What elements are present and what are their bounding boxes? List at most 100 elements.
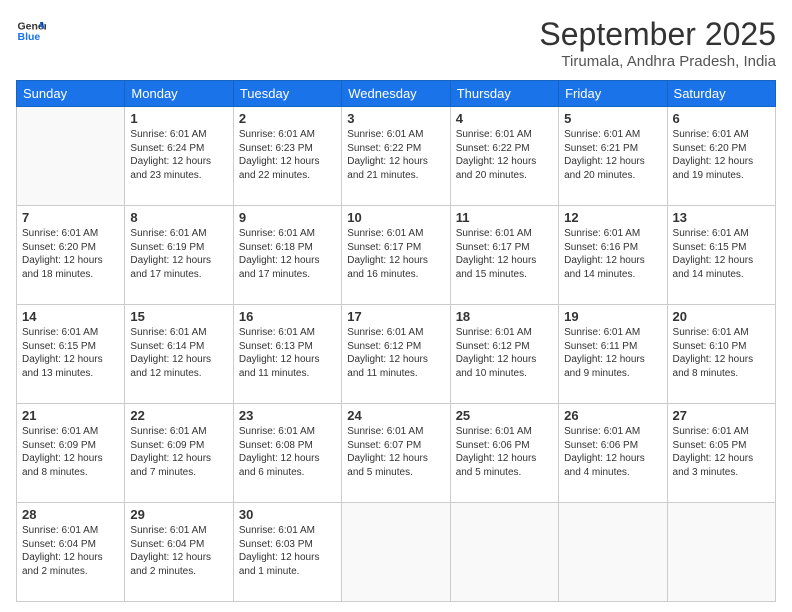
day-info: Sunrise: 6:01 AM Sunset: 6:15 PM Dayligh…: [673, 227, 770, 281]
table-cell: 30 Sunrise: 6:01 AM Sunset: 6:03 PM Dayli…: [233, 503, 341, 602]
table-cell: [450, 503, 558, 602]
day-info: Sunrise: 6:01 AM Sunset: 6:17 PM Dayligh…: [456, 227, 553, 281]
day-number: 6: [673, 111, 770, 126]
day-info: Sunrise: 6:01 AM Sunset: 6:04 PM Dayligh…: [130, 524, 227, 578]
table-cell: 19 Sunrise: 6:01 AM Sunset: 6:11 PM Dayli…: [559, 305, 667, 404]
day-info: Sunrise: 6:01 AM Sunset: 6:04 PM Dayligh…: [22, 524, 119, 578]
table-cell: 7 Sunrise: 6:01 AM Sunset: 6:20 PM Daylig…: [17, 206, 125, 305]
day-number: 19: [564, 309, 661, 324]
day-number: 4: [456, 111, 553, 126]
header-row: Sunday Monday Tuesday Wednesday Thursday…: [17, 81, 776, 107]
day-info: Sunrise: 6:01 AM Sunset: 6:19 PM Dayligh…: [130, 227, 227, 281]
day-number: 12: [564, 210, 661, 225]
day-info: Sunrise: 6:01 AM Sunset: 6:16 PM Dayligh…: [564, 227, 661, 281]
day-number: 21: [22, 408, 119, 423]
table-cell: 10 Sunrise: 6:01 AM Sunset: 6:17 PM Dayli…: [342, 206, 450, 305]
day-info: Sunrise: 6:01 AM Sunset: 6:12 PM Dayligh…: [456, 326, 553, 380]
table-cell: 2Sunrise: 6:01 AM Sunset: 6:23 PM Daylig…: [233, 107, 341, 206]
day-number: 3: [347, 111, 444, 126]
table-cell: 24Sunrise: 6:01 AM Sunset: 6:07 PM Dayli…: [342, 404, 450, 503]
day-info: Sunrise: 6:01 AM Sunset: 6:12 PM Dayligh…: [347, 326, 444, 380]
calendar-table: Sunday Monday Tuesday Wednesday Thursday…: [16, 80, 776, 602]
table-cell: 21 Sunrise: 6:01 AM Sunset: 6:09 PM Dayli…: [17, 404, 125, 503]
table-cell: 27 Sunrise: 6:01 AM Sunset: 6:05 PM Dayli…: [667, 404, 775, 503]
day-number: 23: [239, 408, 336, 423]
table-cell: 16Sunrise: 6:01 AM Sunset: 6:13 PM Dayli…: [233, 305, 341, 404]
logo: General Blue: [16, 16, 46, 46]
table-cell: [559, 503, 667, 602]
table-cell: 20Sunrise: 6:01 AM Sunset: 6:10 PM Dayli…: [667, 305, 775, 404]
day-info: Sunrise: 6:01 AM Sunset: 6:13 PM Dayligh…: [239, 326, 336, 380]
table-cell: 26 Sunrise: 6:01 AM Sunset: 6:06 PM Dayli…: [559, 404, 667, 503]
table-cell: 28 Sunrise: 6:01 AM Sunset: 6:04 PM Dayli…: [17, 503, 125, 602]
table-cell: [17, 107, 125, 206]
table-cell: 5 Sunrise: 6:01 AM Sunset: 6:21 PM Daylig…: [559, 107, 667, 206]
day-info: Sunrise: 6:01 AM Sunset: 6:09 PM Dayligh…: [130, 425, 227, 479]
calendar-title: September 2025: [539, 16, 776, 53]
col-thursday: Thursday: [450, 81, 558, 107]
day-info: Sunrise: 6:01 AM Sunset: 6:17 PM Dayligh…: [347, 227, 444, 281]
day-info: Sunrise: 6:01 AM Sunset: 6:06 PM Dayligh…: [456, 425, 553, 479]
col-tuesday: Tuesday: [233, 81, 341, 107]
day-info: Sunrise: 6:01 AM Sunset: 6:20 PM Dayligh…: [22, 227, 119, 281]
day-number: 18: [456, 309, 553, 324]
table-cell: 25 Sunrise: 6:01 AM Sunset: 6:06 PM Dayli…: [450, 404, 558, 503]
table-cell: 9Sunrise: 6:01 AM Sunset: 6:18 PM Daylig…: [233, 206, 341, 305]
table-cell: [667, 503, 775, 602]
day-number: 26: [564, 408, 661, 423]
table-cell: 15 Sunrise: 6:01 AM Sunset: 6:14 PM Dayli…: [125, 305, 233, 404]
table-cell: 22Sunrise: 6:01 AM Sunset: 6:09 PM Dayli…: [125, 404, 233, 503]
day-info: Sunrise: 6:01 AM Sunset: 6:03 PM Dayligh…: [239, 524, 336, 578]
col-wednesday: Wednesday: [342, 81, 450, 107]
day-number: 9: [239, 210, 336, 225]
day-number: 28: [22, 507, 119, 522]
day-info: Sunrise: 6:01 AM Sunset: 6:14 PM Dayligh…: [130, 326, 227, 380]
logo-icon: General Blue: [16, 16, 46, 46]
day-info: Sunrise: 6:01 AM Sunset: 6:09 PM Dayligh…: [22, 425, 119, 479]
day-info: Sunrise: 6:01 AM Sunset: 6:05 PM Dayligh…: [673, 425, 770, 479]
day-number: 15: [130, 309, 227, 324]
table-cell: 13 Sunrise: 6:01 AM Sunset: 6:15 PM Dayli…: [667, 206, 775, 305]
week-row-3: 14 Sunrise: 6:01 AM Sunset: 6:15 PM Dayli…: [17, 305, 776, 404]
day-info: Sunrise: 6:01 AM Sunset: 6:08 PM Dayligh…: [239, 425, 336, 479]
header: General Blue September 2025 Tirumala, An…: [16, 16, 776, 70]
table-cell: 3 Sunrise: 6:01 AM Sunset: 6:22 PM Daylig…: [342, 107, 450, 206]
day-number: 10: [347, 210, 444, 225]
day-info: Sunrise: 6:01 AM Sunset: 6:10 PM Dayligh…: [673, 326, 770, 380]
day-number: 8: [130, 210, 227, 225]
week-row-2: 7 Sunrise: 6:01 AM Sunset: 6:20 PM Daylig…: [17, 206, 776, 305]
table-cell: 17Sunrise: 6:01 AM Sunset: 6:12 PM Dayli…: [342, 305, 450, 404]
day-info: Sunrise: 6:01 AM Sunset: 6:24 PM Dayligh…: [130, 128, 227, 182]
day-info: Sunrise: 6:01 AM Sunset: 6:07 PM Dayligh…: [347, 425, 444, 479]
day-info: Sunrise: 6:01 AM Sunset: 6:06 PM Dayligh…: [564, 425, 661, 479]
week-row-1: 1 Sunrise: 6:01 AM Sunset: 6:24 PM Daylig…: [17, 107, 776, 206]
day-number: 25: [456, 408, 553, 423]
svg-text:Blue: Blue: [18, 31, 41, 43]
day-info: Sunrise: 6:01 AM Sunset: 6:22 PM Dayligh…: [347, 128, 444, 182]
day-number: 1: [130, 111, 227, 126]
day-info: Sunrise: 6:01 AM Sunset: 6:21 PM Dayligh…: [564, 128, 661, 182]
table-cell: 23 Sunrise: 6:01 AM Sunset: 6:08 PM Dayli…: [233, 404, 341, 503]
day-info: Sunrise: 6:01 AM Sunset: 6:22 PM Dayligh…: [456, 128, 553, 182]
day-number: 5: [564, 111, 661, 126]
day-info: Sunrise: 6:01 AM Sunset: 6:11 PM Dayligh…: [564, 326, 661, 380]
day-number: 29: [130, 507, 227, 522]
week-row-5: 28 Sunrise: 6:01 AM Sunset: 6:04 PM Dayli…: [17, 503, 776, 602]
page: General Blue September 2025 Tirumala, An…: [0, 0, 792, 612]
table-cell: 29 Sunrise: 6:01 AM Sunset: 6:04 PM Dayli…: [125, 503, 233, 602]
table-cell: 12 Sunrise: 6:01 AM Sunset: 6:16 PM Dayli…: [559, 206, 667, 305]
day-number: 7: [22, 210, 119, 225]
day-number: 27: [673, 408, 770, 423]
day-info: Sunrise: 6:01 AM Sunset: 6:20 PM Dayligh…: [673, 128, 770, 182]
col-monday: Monday: [125, 81, 233, 107]
table-cell: 14 Sunrise: 6:01 AM Sunset: 6:15 PM Dayli…: [17, 305, 125, 404]
table-cell: 18 Sunrise: 6:01 AM Sunset: 6:12 PM Dayli…: [450, 305, 558, 404]
day-number: 30: [239, 507, 336, 522]
table-cell: 11 Sunrise: 6:01 AM Sunset: 6:17 PM Dayli…: [450, 206, 558, 305]
title-section: September 2025 Tirumala, Andhra Pradesh,…: [539, 16, 776, 70]
week-row-4: 21 Sunrise: 6:01 AM Sunset: 6:09 PM Dayli…: [17, 404, 776, 503]
day-number: 11: [456, 210, 553, 225]
day-number: 13: [673, 210, 770, 225]
day-info: Sunrise: 6:01 AM Sunset: 6:15 PM Dayligh…: [22, 326, 119, 380]
day-number: 14: [22, 309, 119, 324]
